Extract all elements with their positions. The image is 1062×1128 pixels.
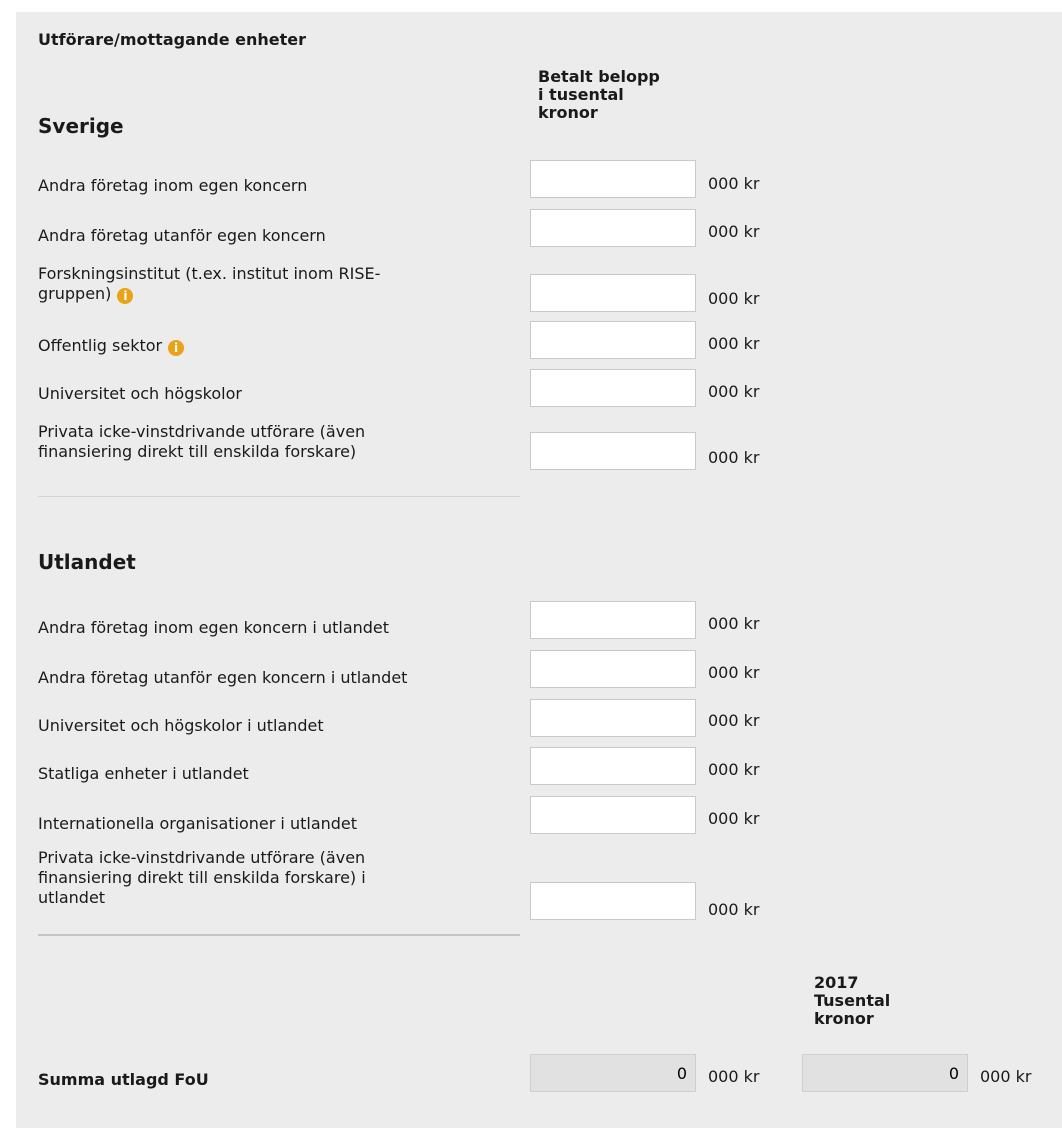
row-label-utanfor-koncern: Andra företag utanför egen koncern xyxy=(38,226,326,245)
section-divider xyxy=(38,496,520,497)
unit-label: 000 kr xyxy=(708,1067,760,1086)
amount-input-universitet-utlandet[interactable] xyxy=(530,699,696,737)
column-header-line-1: Betalt belopp xyxy=(538,67,660,86)
row-label-egen-koncern: Andra företag inom egen koncern xyxy=(38,176,308,195)
unit-label: 000 kr xyxy=(708,334,760,353)
year-column-header: 2017 Tusental kronor xyxy=(814,974,890,1028)
amount-input-universitet[interactable] xyxy=(530,369,696,407)
row-label-line-2: finansiering direkt till enskilda forska… xyxy=(38,868,366,887)
year-header-line-1: 2017 xyxy=(814,973,859,992)
unit-label: 000 kr xyxy=(708,222,760,241)
row-label-internationella: Internationella organisationer i utlande… xyxy=(38,814,358,833)
unit-label: 000 kr xyxy=(708,900,760,919)
row-label-line-1: Forskningsinstitut (t.ex. institut inom … xyxy=(38,264,381,283)
amount-input-egen-koncern-utlandet[interactable] xyxy=(530,601,696,639)
year-header-line-2: Tusental xyxy=(814,991,891,1010)
unit-label: 000 kr xyxy=(708,809,760,828)
unit-label: 000 kr xyxy=(708,174,760,193)
unit-label: 000 kr xyxy=(708,614,760,633)
year-header-line-3: kronor xyxy=(814,1009,874,1028)
unit-label: 000 kr xyxy=(708,760,760,779)
row-label-line-2: finansiering direkt till enskilda forska… xyxy=(38,442,357,461)
amount-input-offentlig-sektor[interactable] xyxy=(530,321,696,359)
row-label-line-1: Privata icke-vinstdrivande utförare (äve… xyxy=(38,848,366,867)
info-icon[interactable]: i xyxy=(117,288,134,304)
section-heading-sverige: Sverige xyxy=(38,114,124,138)
row-label-line-1: Privata icke-vinstdrivande utförare (äve… xyxy=(38,422,366,441)
column-header-line-3: kronor xyxy=(538,103,598,122)
unit-label: 000 kr xyxy=(708,663,760,682)
amount-input-internationella[interactable] xyxy=(530,796,696,834)
summary-label: Summa utlagd FoU xyxy=(38,1070,209,1089)
amount-input-privata-utlandet[interactable] xyxy=(530,882,696,920)
summary-total-field xyxy=(530,1054,696,1092)
row-label-forskningsinstitut: Forskningsinstitut (t.ex. institut inom … xyxy=(38,264,380,304)
row-label-statliga-utlandet: Statliga enheter i utlandet xyxy=(38,764,249,783)
row-label-offentlig-sektor: Offentlig sektor i xyxy=(38,336,185,356)
column-header-line-2: i tusental xyxy=(538,85,624,104)
row-label-universitet: Universitet och högskolor xyxy=(38,384,242,403)
unit-label: 000 kr xyxy=(708,289,760,308)
info-icon[interactable]: i xyxy=(168,340,185,356)
amount-input-privata[interactable] xyxy=(530,432,696,470)
row-label-privata-utlandet: Privata icke-vinstdrivande utförare (äve… xyxy=(38,848,366,908)
amount-input-forskningsinstitut[interactable] xyxy=(530,274,696,312)
unit-label: 000 kr xyxy=(980,1067,1032,1086)
amount-input-utanfor-koncern[interactable] xyxy=(530,209,696,247)
form-panel: Utförare/mottagande enheter Betalt belop… xyxy=(16,12,1062,1128)
unit-label: 000 kr xyxy=(708,382,760,401)
row-label-universitet-utlandet: Universitet och högskolor i utlandet xyxy=(38,716,324,735)
row-label-egen-koncern-utlandet: Andra företag inom egen koncern i utland… xyxy=(38,618,390,637)
amount-input-egen-koncern[interactable] xyxy=(530,160,696,198)
form-title: Utförare/mottagande enheter xyxy=(38,30,307,49)
row-label-line-2: gruppen) xyxy=(38,284,112,303)
amount-input-utanfor-koncern-utlandet[interactable] xyxy=(530,650,696,688)
row-label-privata: Privata icke-vinstdrivande utförare (äve… xyxy=(38,422,365,462)
amount-input-statliga-utlandet[interactable] xyxy=(530,747,696,785)
unit-label: 000 kr xyxy=(708,711,760,730)
summary-year-field xyxy=(802,1054,968,1092)
row-label-line-3: utlandet xyxy=(38,888,106,907)
unit-label: 000 kr xyxy=(708,448,760,467)
row-label-utanfor-koncern-utlandet: Andra företag utanför egen koncern i utl… xyxy=(38,668,408,687)
section-heading-utlandet: Utlandet xyxy=(38,550,136,574)
column-header: Betalt belopp i tusental kronor xyxy=(538,68,660,122)
row-label-text: Offentlig sektor xyxy=(38,336,163,355)
section-divider xyxy=(38,934,520,936)
